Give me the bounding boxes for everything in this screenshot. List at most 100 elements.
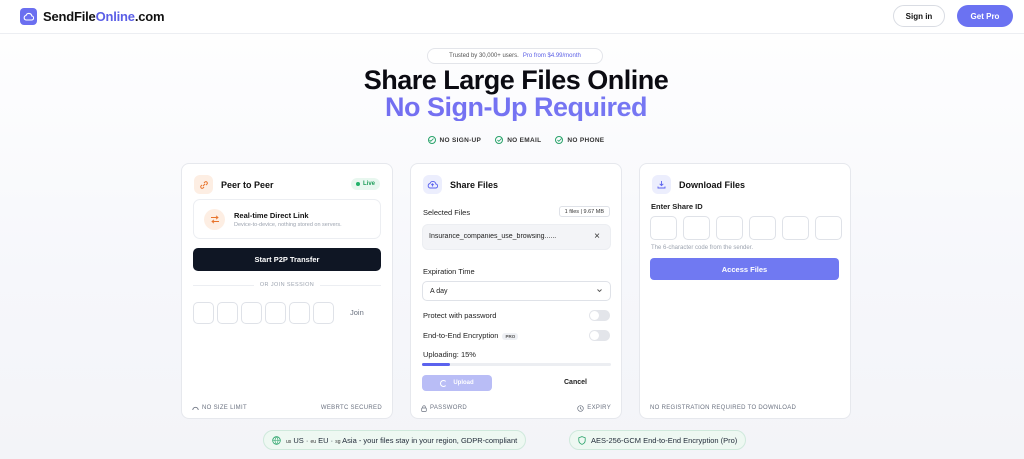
feature-label: NO SIGN-UP (439, 136, 482, 144)
uploading-status: Uploading: 15% (423, 350, 476, 359)
share-id-box[interactable] (716, 216, 743, 240)
logo-text: SendFileOnline.com (43, 9, 165, 24)
trust-badge: Trusted by 30,000+ users. Pro from $4.99… (427, 48, 603, 64)
session-code-box[interactable] (217, 302, 238, 324)
spinner-icon (440, 379, 448, 387)
session-code-box[interactable] (193, 302, 214, 324)
start-p2p-button[interactable]: Start P2P Transfer (193, 248, 381, 271)
upload-button[interactable]: Upload (422, 375, 492, 391)
or-join-divider: OR JOIN SESSION (193, 282, 382, 288)
share-card: Share Files Selected Files 1 files | 9.6… (410, 163, 622, 419)
site-logo[interactable]: SendFileOnline.com (20, 8, 165, 25)
feature-item: NO EMAIL (495, 136, 541, 144)
upload-label: Upload (453, 380, 474, 386)
encryption-notice: AES-256-GCM End-to-End Encryption (Pro) (569, 430, 747, 450)
feature-list: NO SIGN-UP NO EMAIL NO PHONE (0, 136, 1024, 144)
swap-arrows-icon (204, 209, 225, 230)
session-code-inputs (193, 302, 334, 324)
pro-tag: PRO (502, 332, 519, 340)
page-title: Share Large Files Online (363, 65, 669, 95)
session-code-box[interactable] (265, 302, 286, 324)
expiration-value: A day (430, 288, 448, 295)
feature-label: NO EMAIL (507, 136, 542, 144)
webrtc-secured: WEBRTC SECURED (320, 405, 382, 411)
or-join-label: OR JOIN SESSION (259, 282, 315, 288)
password-toggle[interactable] (589, 310, 610, 321)
selected-files-label: Selected Files (423, 208, 471, 217)
trust-text: Trusted by 30,000+ users. (449, 53, 519, 59)
lock-icon (421, 404, 427, 412)
check-circle-icon (555, 136, 564, 144)
access-files-button[interactable]: Access Files (650, 258, 839, 280)
feature-item: NO PHONE (555, 136, 604, 144)
share-id-box[interactable] (782, 216, 809, 240)
live-dot-icon (355, 182, 360, 186)
expiry-feature: EXPIRY (577, 404, 611, 412)
e2e-toggle-label: End-to-End Encryption PRO (423, 331, 519, 340)
p2p-footer: NO SIZE LIMIT WEBRTC SECURED (182, 398, 392, 418)
e2e-toggle[interactable] (589, 330, 610, 341)
share-id-box[interactable] (683, 216, 710, 240)
pro-price-link[interactable]: Pro from $4.99/month (523, 53, 581, 59)
link-icon (194, 175, 213, 194)
file-count-badge: 1 files | 9.67 MB (558, 206, 610, 217)
clock-icon (577, 404, 584, 412)
upload-progress-bar (422, 363, 611, 366)
gauge-icon (192, 406, 199, 411)
realtime-link-info: Real-time Direct Link Device-to-device, … (193, 199, 381, 239)
password-toggle-label: Protect with password (423, 311, 497, 320)
sign-in-button[interactable]: Sign in (893, 5, 945, 27)
selected-file-item: Insurance_companies_use_browsing...... × (422, 224, 611, 250)
share-id-label: Enter Share ID (651, 202, 703, 211)
session-code-box[interactable] (289, 302, 310, 324)
session-code-box[interactable] (313, 302, 334, 324)
realtime-title: Real-time Direct Link (234, 211, 309, 220)
p2p-card: Peer to Peer Live Real-time Direct Link … (181, 163, 393, 419)
chevron-down-icon (597, 289, 602, 293)
cloud-icon (20, 8, 37, 25)
share-id-box[interactable] (815, 216, 842, 240)
file-name: Insurance_companies_use_browsing...... (429, 233, 557, 240)
shield-icon (578, 435, 586, 445)
upload-progress-fill (422, 363, 451, 366)
share-footer: PASSWORD EXPIRY (411, 398, 621, 418)
check-circle-icon (427, 136, 436, 144)
live-badge: Live (350, 178, 380, 190)
expiration-label: Expiration Time (423, 267, 475, 276)
get-pro-button[interactable]: Get Pro (957, 5, 1013, 27)
share-title: Share Files (450, 179, 499, 190)
cancel-button[interactable]: Cancel (564, 379, 587, 386)
session-code-box[interactable] (241, 302, 262, 324)
download-card-header: Download Files (652, 175, 745, 194)
download-icon (652, 175, 671, 194)
feature-label: NO PHONE (567, 136, 605, 144)
download-footer: NO REGISTRATION REQUIRED TO DOWNLOAD (640, 398, 850, 418)
share-card-header: Share Files (423, 175, 498, 194)
share-id-inputs (650, 216, 842, 240)
no-registration-note: NO REGISTRATION REQUIRED TO DOWNLOAD (650, 405, 797, 411)
live-badge-label: Live (362, 181, 375, 187)
cloud-upload-icon (423, 175, 442, 194)
share-id-box[interactable] (749, 216, 776, 240)
expiration-select[interactable]: A day (422, 281, 611, 301)
check-circle-icon (495, 136, 504, 144)
encryption-text: AES-256-GCM End-to-End Encryption (Pro) (591, 435, 738, 445)
globe-icon (272, 435, 281, 445)
download-title: Download Files (679, 179, 746, 190)
p2p-card-header: Peer to Peer (194, 175, 274, 194)
divider-line (320, 284, 382, 286)
share-id-box[interactable] (650, 216, 677, 240)
region-text: us US · eu EU · sg Asia - your files sta… (286, 435, 518, 445)
remove-file-icon[interactable]: × (594, 231, 600, 242)
page-subtitle: No Sign-Up Required (0, 93, 1024, 121)
no-size-limit: NO SIZE LIMIT (192, 405, 247, 411)
download-card: Download Files Enter Share ID The 6-char… (639, 163, 851, 419)
divider-line (193, 284, 254, 286)
region-notice: us US · eu EU · sg Asia - your files sta… (263, 430, 527, 450)
p2p-title: Peer to Peer (221, 179, 274, 190)
password-feature: PASSWORD (421, 404, 467, 412)
top-header: SendFileOnline.com Sign in Get Pro (0, 0, 1024, 34)
join-button[interactable]: Join (350, 308, 364, 317)
feature-item: NO SIGN-UP (427, 136, 482, 144)
share-id-hint: The 6-character code from the sender. (651, 245, 754, 251)
